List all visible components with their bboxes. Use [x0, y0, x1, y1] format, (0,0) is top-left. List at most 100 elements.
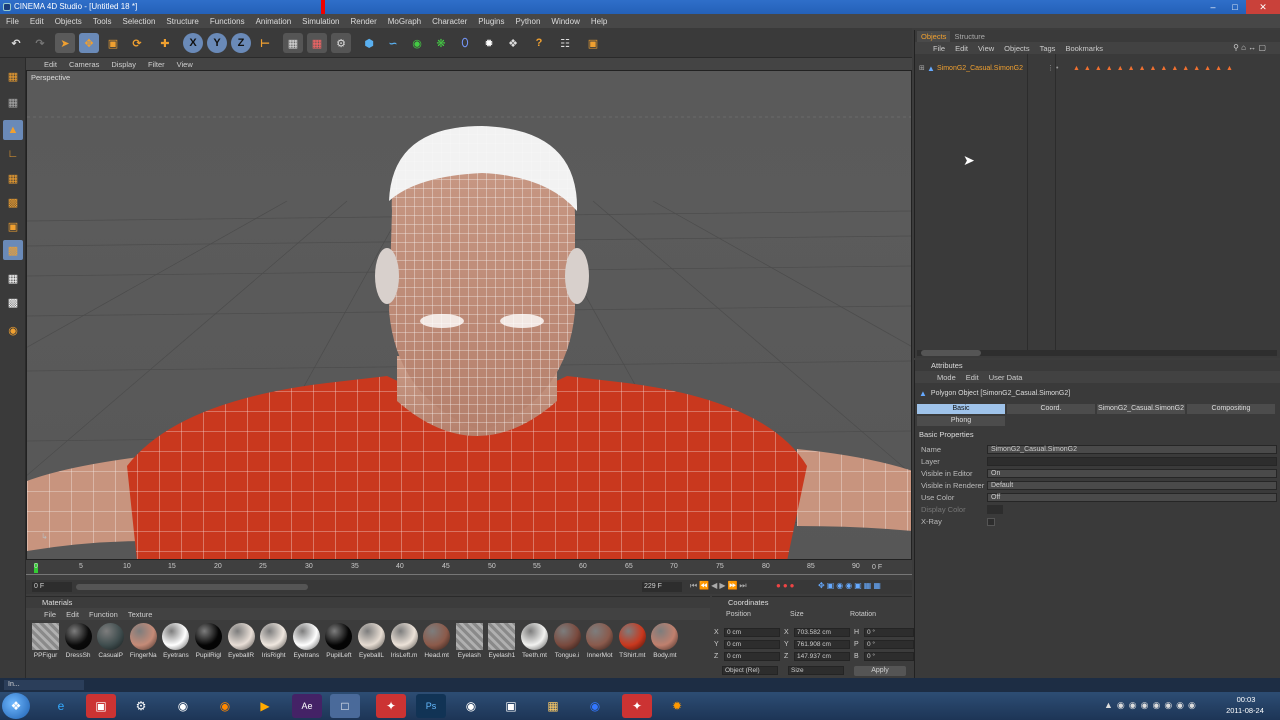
- minimize-button[interactable]: –: [1202, 0, 1224, 14]
- menu-tools[interactable]: Tools: [93, 17, 112, 26]
- material-swatch[interactable]: IrisLeft.m: [389, 621, 420, 663]
- tab-objects[interactable]: Objects: [917, 31, 951, 42]
- y-axis-icon[interactable]: Y: [207, 33, 227, 53]
- menu-functions[interactable]: Functions: [210, 17, 245, 26]
- after-effects-icon[interactable]: Ae: [292, 694, 322, 718]
- rot-b-field[interactable]: 0 °: [864, 652, 914, 661]
- gamepad-icon[interactable]: ⚙: [126, 694, 156, 718]
- render-picture-viewer-icon[interactable]: ▦: [307, 33, 327, 53]
- folder-window-icon[interactable]: □: [330, 694, 360, 718]
- enable-axis-icon[interactable]: ▦: [3, 268, 23, 288]
- environment-icon[interactable]: ❖: [503, 33, 523, 53]
- z-axis-icon[interactable]: Z: [231, 33, 251, 53]
- media-player-icon[interactable]: ▶: [250, 694, 280, 718]
- menu-help[interactable]: Help: [591, 17, 607, 26]
- axis-mode-icon[interactable]: ∟: [3, 144, 23, 164]
- layer-field[interactable]: [987, 457, 1277, 466]
- gallery-icon[interactable]: ▣: [496, 694, 526, 718]
- mat-menu-function[interactable]: Function: [89, 610, 118, 619]
- viewport-menu-filter[interactable]: Filter: [148, 60, 165, 69]
- object-name[interactable]: SimonG2_Casual.SimonG2: [937, 65, 1047, 72]
- polygons-mode-icon[interactable]: ▩: [3, 240, 23, 260]
- perspective-viewport[interactable]: Perspective ↳: [26, 70, 912, 560]
- rot-p-field[interactable]: 0 °: [864, 640, 914, 649]
- material-swatch[interactable]: InnerMot: [584, 621, 615, 663]
- material-tags[interactable]: ▲▲▲▲▲▲▲▲▲▲▲▲▲▲▲: [1073, 65, 1237, 72]
- texture-mode-icon[interactable]: ▦: [3, 168, 23, 188]
- viewport-menu-edit[interactable]: Edit: [44, 60, 57, 69]
- start-button[interactable]: ❖: [2, 693, 30, 719]
- material-swatch[interactable]: Head.mt: [421, 621, 452, 663]
- visible-editor-dropdown[interactable]: On: [987, 469, 1277, 478]
- make-editable-icon[interactable]: ▦: [3, 66, 23, 86]
- zynga-icon[interactable]: ✦: [376, 694, 406, 718]
- start-frame-field[interactable]: 0 F: [32, 582, 72, 592]
- size-mode-dropdown[interactable]: Size: [788, 666, 844, 675]
- material-swatch[interactable]: Teeth.mt: [519, 621, 550, 663]
- material-swatch[interactable]: Eyetrans: [291, 621, 322, 663]
- menu-objects[interactable]: Objects: [55, 17, 82, 26]
- obj-menu-file[interactable]: File: [933, 44, 945, 53]
- camera-icon[interactable]: ?: [529, 33, 549, 53]
- material-swatch[interactable]: PPFigur: [30, 621, 61, 663]
- material-swatch[interactable]: CasualP: [95, 621, 126, 663]
- attr-tab-coord[interactable]: Coord.: [1007, 404, 1095, 414]
- menu-python[interactable]: Python: [516, 17, 541, 26]
- array-icon[interactable]: ❋: [431, 33, 451, 53]
- attr-tab-material[interactable]: SimonG2_Casual.SimonG2: [1097, 404, 1185, 414]
- attr-menu-userdata[interactable]: User Data: [989, 373, 1023, 382]
- move-icon[interactable]: ✥: [79, 33, 99, 53]
- globe-icon[interactable]: ◉: [580, 694, 610, 718]
- explorer-icon[interactable]: ▦: [538, 694, 568, 718]
- firefox-icon[interactable]: ◉: [210, 694, 240, 718]
- end-frame-field[interactable]: 229 F: [642, 582, 682, 592]
- material-swatch[interactable]: PupilRigl: [193, 621, 224, 663]
- cinema4d-icon[interactable]: ✹: [662, 694, 692, 718]
- mat-menu-file[interactable]: File: [44, 610, 56, 619]
- playback-buttons[interactable]: ⏮⏪◀▶⏩⏭: [690, 581, 749, 591]
- material-swatch[interactable]: FingerNa: [128, 621, 159, 663]
- material-swatch[interactable]: Eyelash1: [486, 621, 517, 663]
- acrobat-icon[interactable]: ✦: [622, 694, 652, 718]
- obj-menu-view[interactable]: View: [978, 44, 994, 53]
- redo-icon[interactable]: ↷: [30, 33, 50, 53]
- menu-animation[interactable]: Animation: [256, 17, 292, 26]
- mat-menu-edit[interactable]: Edit: [66, 610, 79, 619]
- record-buttons[interactable]: ●●●: [776, 581, 797, 590]
- tab-structure[interactable]: Structure: [950, 31, 988, 42]
- use-color-dropdown[interactable]: Off: [987, 493, 1277, 502]
- material-swatch[interactable]: IrisRight: [258, 621, 289, 663]
- menu-edit[interactable]: Edit: [30, 17, 44, 26]
- viewport-menu-cameras[interactable]: Cameras: [69, 60, 99, 69]
- material-swatch[interactable]: Tongue.i: [552, 621, 583, 663]
- pos-y-field[interactable]: 0 cm: [724, 640, 780, 649]
- menu-plugins[interactable]: Plugins: [478, 17, 504, 26]
- attr-tab-compositing[interactable]: Compositing: [1187, 404, 1275, 414]
- apply-button[interactable]: Apply: [854, 666, 906, 676]
- render-settings-icon[interactable]: ⚙: [331, 33, 351, 53]
- coord-mode-dropdown[interactable]: Object (Rel): [722, 666, 778, 675]
- object-row[interactable]: ⊞ ▲ SimonG2_Casual.SimonG2 ⋮ • ▲▲▲▲▲▲▲▲▲…: [919, 62, 1277, 74]
- tray-icons[interactable]: ▲◉◉◉◉◉◉◉: [1104, 700, 1200, 711]
- close-button[interactable]: ✕: [1246, 0, 1280, 14]
- visible-renderer-dropdown[interactable]: Default: [987, 481, 1277, 490]
- expand-icon[interactable]: ⊞: [919, 64, 927, 72]
- timeline-ruler[interactable]: 0 5 10 15 20 25 30 35 40 45 50 55 60 65 …: [26, 560, 912, 580]
- object-mode-icon[interactable]: ▲: [3, 120, 23, 140]
- material-swatch[interactable]: DressSh: [63, 621, 94, 663]
- material-swatch[interactable]: Eyetrans: [160, 621, 191, 663]
- obj-menu-objects[interactable]: Objects: [1004, 44, 1029, 53]
- light-icon[interactable]: ☷: [555, 33, 575, 53]
- cube-icon[interactable]: ⬢: [359, 33, 379, 53]
- material-swatch[interactable]: PupilLeft: [323, 621, 354, 663]
- ie-icon[interactable]: e: [46, 694, 76, 718]
- workplane-icon[interactable]: ◉: [3, 320, 23, 340]
- visibility-dots[interactable]: ⋮ •: [1047, 64, 1073, 72]
- menu-character[interactable]: Character: [432, 17, 467, 26]
- attr-menu-mode[interactable]: Mode: [937, 373, 956, 382]
- scale-icon[interactable]: ▣: [103, 33, 123, 53]
- edges-mode-icon[interactable]: ▣: [3, 216, 23, 236]
- key-mode-buttons[interactable]: ✥▣◉◉▣▦▦: [818, 581, 883, 590]
- material-swatch[interactable]: TShirt.mt: [617, 621, 648, 663]
- material-swatch[interactable]: EyeballL: [356, 621, 387, 663]
